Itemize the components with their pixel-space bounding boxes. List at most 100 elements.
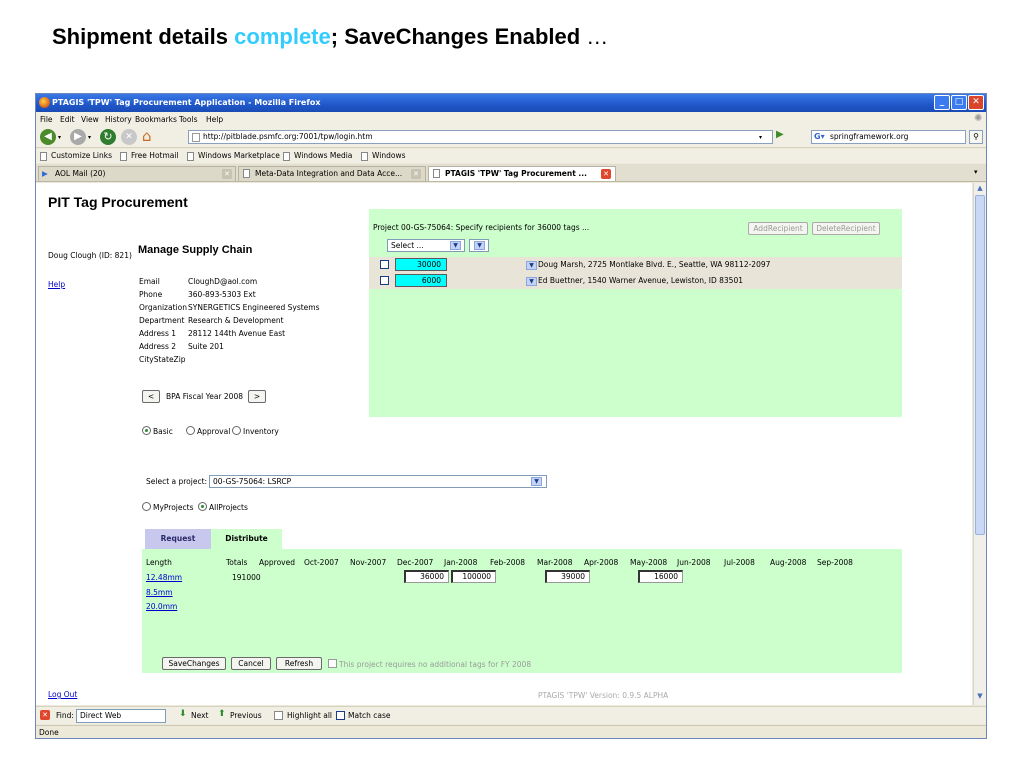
back-dropdown-icon[interactable]: ▾: [58, 134, 61, 141]
mode-approval-radio[interactable]: [186, 426, 195, 435]
header-jul-2008: Jul-2008: [724, 558, 755, 567]
help-link[interactable]: Help: [48, 280, 65, 289]
recipient-select[interactable]: Select ... ▼: [387, 239, 465, 252]
status-bar: Done: [36, 725, 986, 738]
page-icon: [243, 169, 250, 178]
tab-list-icon[interactable]: ▾: [974, 168, 978, 176]
mode-basic-label: Basic: [153, 427, 173, 436]
url-input[interactable]: http://pitblade.psmfc.org:7001/tpw/login…: [188, 130, 773, 144]
bookmark-free-hotmail[interactable]: Free Hotmail: [120, 151, 179, 161]
menu-history[interactable]: History: [105, 115, 132, 124]
refresh-button[interactable]: Refresh: [276, 657, 322, 670]
qty-mar-2008[interactable]: 39000: [545, 570, 590, 583]
header-jun-2008: Jun-2008: [677, 558, 711, 567]
navigation-toolbar: ◀ ▾ ▶ ▾ ↻ ✕ ⌂ http://pitblade.psmfc.org:…: [36, 126, 986, 148]
recipient-qty-input[interactable]: 6000: [395, 274, 447, 287]
recipient-row-checkbox[interactable]: [380, 276, 389, 285]
header-aug-2008: Aug-2008: [770, 558, 807, 567]
maximize-button[interactable]: □: [951, 95, 967, 110]
bookmark-customize-links[interactable]: Customize Links: [40, 151, 112, 161]
search-engine-icon[interactable]: G▾: [814, 131, 825, 143]
recipient-select-2[interactable]: ▼: [469, 239, 489, 252]
scrollbar-thumb[interactable]: [975, 195, 985, 535]
search-icon[interactable]: ⚲: [969, 130, 983, 144]
url-history-dropdown-icon[interactable]: ▾: [759, 134, 762, 141]
no-tags-checkbox[interactable]: [328, 659, 337, 668]
qty-jan-2008[interactable]: 100000: [451, 570, 496, 583]
chevron-down-icon[interactable]: ▼: [526, 277, 537, 286]
window-titlebar: PTAGIS 'TPW' Tag Procurement Application…: [36, 94, 986, 112]
tab-request[interactable]: Request: [145, 529, 211, 549]
search-input[interactable]: G▾ springframework.org: [811, 130, 966, 144]
home-icon[interactable]: ⌂: [142, 127, 152, 145]
bookmarks-toolbar: Customize Links Free Hotmail Windows Mar…: [36, 149, 986, 163]
project-select[interactable]: 00-GS-75064: LSRCP ▼: [209, 475, 547, 488]
fiscal-prev-button[interactable]: <: [142, 390, 160, 403]
menu-view[interactable]: View: [81, 115, 99, 124]
close-window-button[interactable]: ✕: [968, 95, 984, 110]
tab-distribute[interactable]: Distribute: [211, 529, 282, 549]
slide-title: Shipment details complete; SaveChanges E…: [52, 24, 609, 49]
menu-file[interactable]: File: [40, 115, 53, 124]
save-changes-button[interactable]: SaveChanges: [162, 657, 226, 670]
logout-link[interactable]: Log Out: [48, 690, 77, 699]
forward-dropdown-icon[interactable]: ▾: [88, 134, 91, 141]
find-next-button[interactable]: Next: [191, 711, 208, 720]
menu-bookmarks[interactable]: Bookmarks: [135, 115, 177, 124]
length-link-20-0mm[interactable]: 20.0mm: [146, 602, 177, 611]
qty-may-2008[interactable]: 16000: [638, 570, 683, 583]
recipient-row-checkbox[interactable]: [380, 260, 389, 269]
vertical-scrollbar[interactable]: ▲ ▼: [973, 183, 986, 705]
tab-close-icon[interactable]: ✕: [601, 169, 611, 179]
project-select-label: Select a project:: [146, 477, 208, 486]
arrow-up-icon: ⬆: [218, 709, 226, 719]
bookmark-windows[interactable]: Windows: [361, 151, 405, 161]
menu-edit[interactable]: Edit: [60, 115, 75, 124]
tab-ptagis[interactable]: PTAGIS 'TPW' Tag Procurement ... ✕: [428, 166, 616, 181]
scroll-down-icon[interactable]: ▼: [975, 692, 985, 702]
mode-inventory-radio[interactable]: [232, 426, 241, 435]
find-input[interactable]: Direct Web: [76, 709, 166, 723]
total-value: 191000: [232, 573, 261, 582]
tab-close-icon[interactable]: ✕: [222, 169, 232, 179]
bookmark-windows-media[interactable]: Windows Media: [283, 151, 352, 161]
recipient-qty-input[interactable]: 30000: [395, 258, 447, 271]
chevron-down-icon[interactable]: ▼: [526, 261, 537, 270]
find-previous-button[interactable]: Previous: [230, 711, 262, 720]
recipients-panel: Project 00-GS-75064: Specify recipients …: [369, 209, 902, 417]
header-sep-2008: Sep-2008: [817, 558, 853, 567]
fiscal-next-button[interactable]: >: [248, 390, 266, 403]
close-find-icon[interactable]: ✕: [40, 710, 50, 720]
highlight-all-button[interactable]: Highlight all: [287, 711, 332, 720]
scroll-up-icon[interactable]: ▲: [975, 184, 985, 194]
stop-icon[interactable]: ✕: [121, 129, 137, 145]
scope-myprojects-radio[interactable]: [142, 502, 151, 511]
back-icon[interactable]: ◀: [40, 129, 56, 145]
tab-meta-data[interactable]: Meta-Data Integration and Data Acce... ✕: [238, 166, 426, 181]
forward-icon[interactable]: ▶: [70, 129, 86, 145]
length-link-8-5mm[interactable]: 8.5mm: [146, 588, 173, 597]
menu-help[interactable]: Help: [206, 115, 223, 124]
mode-basic-radio[interactable]: [142, 426, 151, 435]
distribute-panel: Length Totals Approved Oct-2007 Nov-2007…: [142, 549, 902, 673]
length-link-12-48mm[interactable]: 12.48mm: [146, 573, 182, 582]
menu-tools[interactable]: Tools: [179, 115, 197, 124]
bookmark-windows-marketplace[interactable]: Windows Marketplace: [187, 151, 280, 161]
header-oct-2007: Oct-2007: [304, 558, 339, 567]
header-apr-2008: Apr-2008: [584, 558, 619, 567]
delete-recipient-button[interactable]: DeleteRecipient: [812, 222, 880, 235]
reload-icon[interactable]: ↻: [100, 129, 116, 145]
match-case-checkbox[interactable]: [336, 711, 345, 720]
tab-close-icon[interactable]: ✕: [411, 169, 421, 179]
mode-approval-label: Approval: [197, 427, 231, 436]
scope-allprojects-radio[interactable]: [198, 502, 207, 511]
qty-dec-2007[interactable]: 36000: [404, 570, 449, 583]
tab-aol-mail[interactable]: ▶ AOL Mail (20) ✕: [38, 166, 236, 181]
go-icon[interactable]: ▶: [776, 129, 784, 140]
minimize-button[interactable]: _: [934, 95, 950, 110]
cancel-button[interactable]: Cancel: [231, 657, 271, 670]
mode-inventory-label: Inventory: [243, 427, 279, 436]
version-label: PTAGIS 'TPW' Version: 0.9.5 ALPHA: [538, 691, 669, 700]
section-title: Manage Supply Chain: [138, 244, 253, 256]
add-recipient-button[interactable]: AddRecipient: [748, 222, 808, 235]
